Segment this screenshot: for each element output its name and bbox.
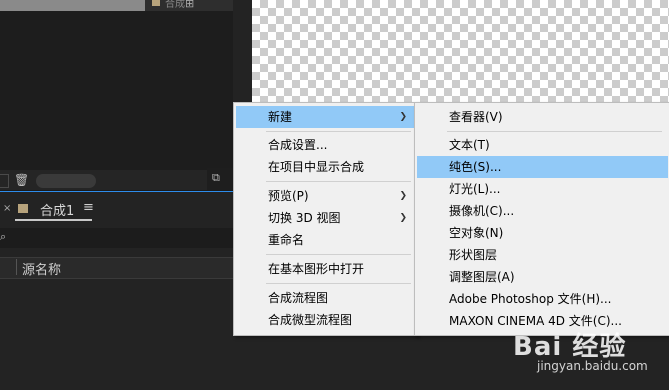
submenu-item-solid[interactable]: 纯色(S)... xyxy=(417,156,668,178)
chevron-right-icon: ❯ xyxy=(399,112,407,122)
menu-item-label: 形状图层 xyxy=(449,248,498,262)
menu-item-composition-settings[interactable]: 合成设置... xyxy=(236,134,415,156)
submenu-item-camera[interactable]: 摄像机(C)... xyxy=(417,200,668,222)
search-icon[interactable]: ⌕ xyxy=(0,230,6,244)
menu-item-label: 调整图层(A) xyxy=(449,270,515,284)
column-source-name[interactable]: 源名称 xyxy=(22,259,61,278)
menu-item-preview[interactable]: 预览(P) ❯ xyxy=(236,185,415,207)
tab-composition[interactable]: 合成1 xyxy=(40,200,74,219)
project-footer xyxy=(0,170,233,192)
close-icon[interactable]: × xyxy=(3,203,11,214)
submenu-item-photoshop-file[interactable]: Adobe Photoshop 文件(H)... xyxy=(417,288,668,310)
submenu-item-text[interactable]: 文本(T) xyxy=(417,134,668,156)
menu-item-label: 查看器(V) xyxy=(449,110,503,124)
footage-type-label: 合成 xyxy=(165,0,185,10)
menu-item-switch-3d-view[interactable]: 切换 3D 视图 ❯ xyxy=(236,207,415,229)
composition-icon: ⊞ xyxy=(185,0,195,10)
column-divider[interactable] xyxy=(16,259,17,275)
menu-item-label: 切换 3D 视图 xyxy=(268,211,341,225)
watermark-url: jingyan.baidu.com xyxy=(537,359,648,373)
menu-item-label: 合成设置... xyxy=(268,138,328,152)
trash-icon[interactable]: 🗑 xyxy=(14,173,29,187)
project-scrollbar[interactable] xyxy=(36,174,96,188)
menu-item-label: 在项目中显示合成 xyxy=(268,160,365,174)
menu-separator xyxy=(266,254,411,255)
menu-separator xyxy=(266,283,411,284)
submenu-item-viewer[interactable]: 查看器(V) xyxy=(417,106,668,128)
composition-color-swatch xyxy=(152,0,160,6)
menu-item-label: 空对象(N) xyxy=(449,226,504,240)
menu-item-label: 在基本图形中打开 xyxy=(268,262,365,276)
submenu-item-null-object[interactable]: 空对象(N) xyxy=(417,222,668,244)
menu-separator xyxy=(266,181,411,182)
menu-item-open-in-essential-graphics[interactable]: 在基本图形中打开 xyxy=(236,258,415,280)
menu-item-reveal-in-project[interactable]: 在项目中显示合成 xyxy=(236,156,415,178)
menu-item-label: 摄像机(C)... xyxy=(449,204,515,218)
menu-item-mini-flowchart[interactable]: 合成微型流程图 xyxy=(236,309,415,331)
menu-item-label: 纯色(S)... xyxy=(449,160,502,174)
menu-item-label: 新建 xyxy=(268,110,293,124)
menu-item-label: Adobe Photoshop 文件(H)... xyxy=(449,292,612,306)
menu-separator xyxy=(266,131,411,132)
project-panel xyxy=(0,0,233,190)
menu-item-new[interactable]: 新建 ❯ xyxy=(236,106,415,128)
menu-item-rename[interactable]: 重命名 xyxy=(236,229,415,251)
submenu-item-shape-layer[interactable]: 形状图层 xyxy=(417,244,668,266)
panel-menu-icon[interactable]: ≡ xyxy=(83,200,94,215)
menu-item-label: 重命名 xyxy=(268,233,305,247)
menu-item-label: 预览(P) xyxy=(268,189,309,203)
snapshot-icon[interactable]: ⧉ xyxy=(212,171,220,185)
context-menu: 新建 ❯ 合成设置... 在项目中显示合成 预览(P) ❯ 切换 3D 视图 ❯… xyxy=(233,102,418,336)
menu-item-label: 灯光(L)... xyxy=(449,182,501,196)
active-tab-indicator xyxy=(15,219,92,221)
composition-color-swatch xyxy=(18,204,28,213)
submenu-item-light[interactable]: 灯光(L)... xyxy=(417,178,668,200)
menu-item-label: 文本(T) xyxy=(449,138,490,152)
search-input[interactable] xyxy=(0,228,233,248)
menu-item-label: 合成微型流程图 xyxy=(268,313,353,327)
menu-item-composition-flowchart[interactable]: 合成流程图 xyxy=(236,287,415,309)
chevron-right-icon: ❯ xyxy=(399,213,407,223)
project-header-bar xyxy=(0,0,145,11)
bit-depth-button[interactable] xyxy=(0,174,9,188)
chevron-right-icon: ❯ xyxy=(399,191,407,201)
menu-separator xyxy=(447,131,662,132)
menu-item-label: 合成流程图 xyxy=(268,291,329,305)
new-submenu: 查看器(V) 文本(T) 纯色(S)... 灯光(L)... 摄像机(C)...… xyxy=(414,102,669,336)
submenu-item-adjustment-layer[interactable]: 调整图层(A) xyxy=(417,266,668,288)
baidu-watermark: Bai 经验 xyxy=(513,332,627,362)
